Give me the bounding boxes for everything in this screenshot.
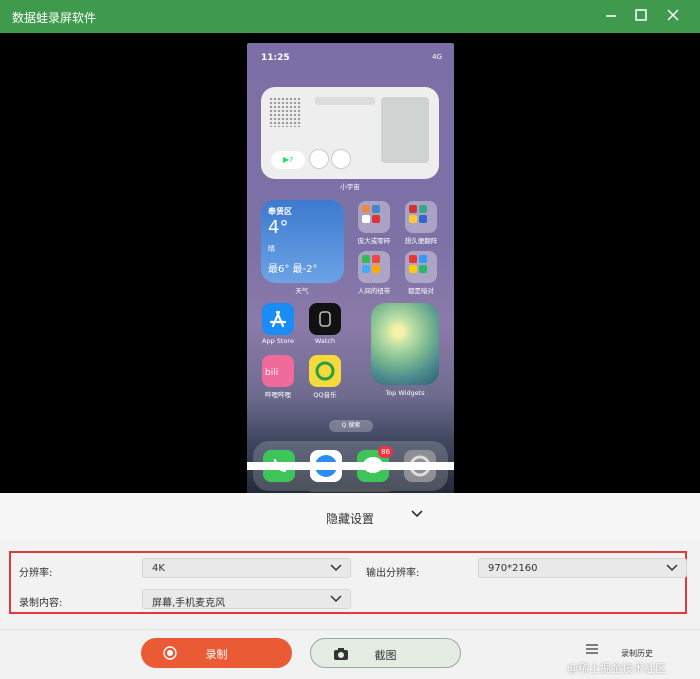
close-icon[interactable]	[662, 6, 684, 28]
weather-temp: 4°	[268, 217, 289, 238]
app-folder	[405, 201, 437, 233]
output-resolution-label: 输出分辨率:	[366, 568, 420, 579]
output-resolution-value: 970*2160	[488, 563, 538, 574]
title-bar: 数据蛙录屏软件	[0, 0, 700, 33]
window-title: 数据蛙录屏软件	[12, 11, 97, 25]
resolution-label: 分辨率:	[19, 568, 53, 579]
resolution-value: 4K	[152, 563, 165, 574]
list-icon[interactable]	[585, 643, 599, 655]
app-folder	[358, 201, 390, 233]
weather-widget-label: 天气	[295, 287, 309, 295]
divider	[0, 629, 700, 630]
chevron-down-icon[interactable]	[410, 507, 424, 521]
radio-widget: ▶ॽ	[261, 87, 439, 179]
radio-screen	[381, 97, 429, 163]
app-folder	[358, 251, 390, 283]
app-folder	[405, 251, 437, 283]
hide-settings-label[interactable]: 隐藏设置	[326, 510, 374, 527]
svg-text:bili: bili	[265, 368, 278, 378]
record-button[interactable]: 录制	[141, 638, 292, 668]
maximize-icon[interactable]	[630, 6, 652, 28]
record-content-select[interactable]: 屏幕,手机麦克风	[142, 589, 351, 609]
app-label: Top Widgets	[385, 389, 425, 397]
radio-widget-label: 小宇宙	[340, 183, 360, 191]
phone-bottom-edge	[247, 462, 454, 470]
screenshot-button-label: 截图	[374, 649, 397, 662]
watermark: @稀土掘金技术社区	[567, 662, 666, 675]
bilibili-icon: bili	[262, 355, 294, 387]
speaker-grille	[269, 97, 301, 127]
weather-widget: 奉贤区 4° 晴 最6° 最-2°	[261, 200, 344, 283]
radio-knob	[309, 149, 329, 169]
recording-settings-box: 分辨率: 4K 输出分辨率: 970*2160 录制内容: 屏幕,手机麦克风	[9, 551, 687, 614]
minimize-icon[interactable]	[600, 6, 622, 28]
app-label: QQ音乐	[313, 391, 337, 399]
chevron-down-icon	[666, 564, 678, 572]
folder-label: 都是暗对	[408, 287, 434, 295]
record-content-label: 录制内容:	[19, 598, 63, 609]
phone-search-pill: Q 搜索	[329, 420, 373, 432]
phone-signal: 4G	[432, 53, 442, 61]
photo-widget	[371, 303, 439, 385]
qq-music-icon	[309, 355, 341, 387]
output-resolution-select[interactable]: 970*2160	[478, 558, 687, 578]
notification-badge: 86	[378, 446, 393, 458]
weather-condition: 晴	[268, 245, 275, 253]
folder-label: 想久便翻阵	[404, 237, 438, 245]
radio-knob	[331, 149, 351, 169]
play-pause-icon: ▶ॽ	[271, 151, 305, 169]
watch-icon	[309, 303, 341, 335]
chevron-down-icon	[330, 595, 342, 603]
phone-status-bar: 11:25 4G	[255, 53, 446, 65]
app-label: Watch	[314, 337, 336, 345]
hide-settings-row[interactable]: 隐藏设置	[0, 493, 700, 539]
home-indicator	[310, 489, 390, 492]
weather-range: 最6° 最-2°	[268, 264, 318, 275]
record-history-link[interactable]: 录制历史	[621, 648, 653, 659]
settings-panel: 隐藏设置 分辨率: 4K 输出分辨率: 970*2160 录制内容: 屏幕,手机…	[0, 493, 700, 679]
record-content-value: 屏幕,手机麦克风	[152, 598, 226, 609]
record-button-label: 录制	[205, 648, 228, 661]
phone-screen-preview: 11:25 4G ▶ॽ 小宇宙 奉贤区 4° 晴 最6° 最-2° 天气 庞大或…	[247, 43, 454, 495]
radio-display	[315, 97, 375, 105]
screenshot-button[interactable]: 截图	[310, 638, 461, 668]
app-store-icon	[262, 303, 294, 335]
resolution-select[interactable]: 4K	[142, 558, 351, 578]
chevron-down-icon	[330, 564, 342, 572]
phone-time: 11:25	[261, 53, 290, 63]
weather-location: 奉贤区	[268, 207, 292, 216]
preview-area: 11:25 4G ▶ॽ 小宇宙 奉贤区 4° 晴 最6° 最-2° 天气 庞大或…	[0, 33, 700, 495]
